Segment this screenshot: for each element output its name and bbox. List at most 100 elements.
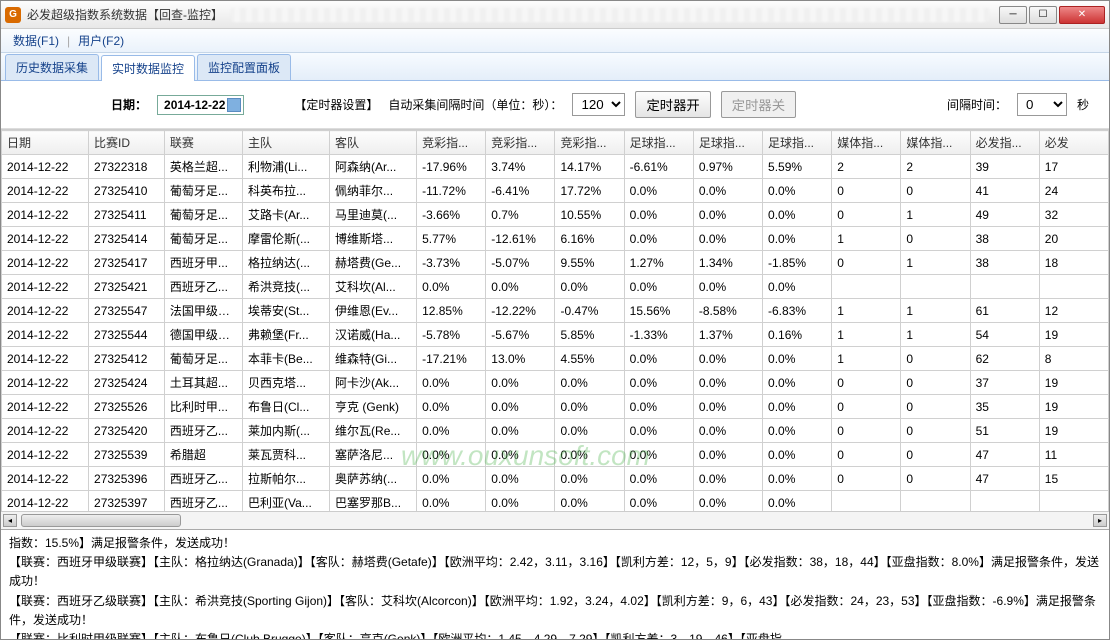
maximize-button[interactable]: ☐ [1029,6,1057,24]
cell: 艾科坎(Al... [330,275,417,299]
cell: 2014-12-22 [2,227,89,251]
cell: 奥萨苏纳(... [330,467,417,491]
cell [832,491,901,512]
cell: 2014-12-22 [2,371,89,395]
tab-config[interactable]: 监控配置面板 [197,54,291,80]
table-row[interactable]: 2014-12-2227325424土耳其超...贝西克塔...阿卡沙(Ak..… [2,371,1109,395]
cell: -1.33% [624,323,693,347]
close-button[interactable]: ✕ [1059,6,1105,24]
timer-on-button[interactable]: 定时器开 [635,91,710,118]
cell: 葡萄牙足... [164,227,242,251]
cell: 维森特(Gi... [330,347,417,371]
cell: 27325526 [89,395,165,419]
cell: 35 [970,395,1039,419]
cell: 埃蒂安(St... [243,299,330,323]
cell: 38 [970,251,1039,275]
cell: 47 [970,467,1039,491]
tab-realtime[interactable]: 实时数据监控 [101,55,195,81]
table-row[interactable]: 2014-12-2227325539希腊超莱瓦贾科...塞萨洛尼...0.0%0… [2,443,1109,467]
column-header[interactable]: 竞彩指... [486,131,555,155]
cell: 0.0% [486,419,555,443]
cell: 27325539 [89,443,165,467]
cell: 27325396 [89,467,165,491]
table-row[interactable]: 2014-12-2227325544德国甲级联赛弗赖堡(Fr...汉诺威(Ha.… [2,323,1109,347]
cell: 24 [1039,179,1108,203]
column-header[interactable]: 必发指... [970,131,1039,155]
cell: -12.61% [486,227,555,251]
menu-user[interactable]: 用户(F2) [72,32,130,49]
column-header[interactable]: 媒体指... [832,131,901,155]
cell: 0.7% [486,203,555,227]
cell: 0.0% [486,371,555,395]
cell: 1 [832,299,901,323]
cell: 0.0% [555,371,624,395]
cell: 0.0% [763,443,832,467]
cell: 希腊超 [164,443,242,467]
cell: 0.0% [624,467,693,491]
tab-history[interactable]: 历史数据采集 [5,54,99,80]
minimize-button[interactable]: ─ [999,6,1027,24]
cell: 维尔瓦(Re... [330,419,417,443]
cell: -17.96% [417,155,486,179]
cell: 0.0% [624,275,693,299]
table-row[interactable]: 2014-12-2227325547法国甲级联赛埃蒂安(St...伊维恩(Ev.… [2,299,1109,323]
date-input[interactable]: 2014-12-22 [157,95,244,115]
cell: 0.0% [624,227,693,251]
cell: 0.0% [693,419,762,443]
column-header[interactable]: 足球指... [693,131,762,155]
table-row[interactable]: 2014-12-2227325411葡萄牙足...艾路卡(Ar...马里迪莫(.… [2,203,1109,227]
column-header[interactable]: 竞彩指... [417,131,486,155]
cell: 0.0% [763,203,832,227]
column-header[interactable]: 日期 [2,131,89,155]
cell: 0.0% [763,275,832,299]
cell: 2 [832,155,901,179]
cell: -11.72% [417,179,486,203]
table-row[interactable]: 2014-12-2227325412葡萄牙足...本菲卡(Be...维森特(Gi… [2,347,1109,371]
table-row[interactable]: 2014-12-2227325414葡萄牙足...摩雷伦斯(...博维斯塔...… [2,227,1109,251]
cell: 2014-12-22 [2,179,89,203]
cell: 0 [901,467,970,491]
table-row[interactable]: 2014-12-2227325417西班牙甲...格拉纳达(...赫塔费(Ge.… [2,251,1109,275]
column-header[interactable]: 足球指... [624,131,693,155]
scroll-thumb[interactable] [21,514,181,527]
column-header[interactable]: 客队 [330,131,417,155]
cell: 2014-12-22 [2,251,89,275]
scroll-right-arrow[interactable]: ▸ [1093,514,1107,527]
cell: 2014-12-22 [2,323,89,347]
cell: 2014-12-22 [2,203,89,227]
cell: 0.0% [624,419,693,443]
calendar-icon[interactable] [227,98,241,112]
column-header[interactable]: 比赛ID [89,131,165,155]
cell: 1.27% [624,251,693,275]
horizontal-scrollbar[interactable]: ◂ ▸ [1,511,1109,529]
table-row[interactable]: 2014-12-2227325420西班牙乙...莱加内斯(...维尔瓦(Re.… [2,419,1109,443]
interval-select[interactable]: 120 [572,93,625,116]
column-header[interactable]: 足球指... [763,131,832,155]
cell: 19 [1039,371,1108,395]
table-row[interactable]: 2014-12-2227325396西班牙乙...拉斯帕尔...奥萨苏纳(...… [2,467,1109,491]
column-header[interactable]: 联赛 [164,131,242,155]
data-grid[interactable]: 日期比赛ID联赛主队客队竞彩指...竞彩指...竞彩指...足球指...足球指.… [1,130,1109,511]
gap-select[interactable]: 0 [1017,93,1067,116]
column-header[interactable]: 必发 [1039,131,1108,155]
menu-data[interactable]: 数据(F1) [7,32,65,49]
column-header[interactable]: 竞彩指... [555,131,624,155]
table-row[interactable]: 2014-12-2227325397西班牙乙...巴利亚(Va...巴塞罗那B.… [2,491,1109,512]
table-row[interactable]: 2014-12-2227325410葡萄牙足...科英布拉...佩纳菲尔...-… [2,179,1109,203]
cell: 2 [901,155,970,179]
cell: 62 [970,347,1039,371]
cell: 0.0% [693,227,762,251]
table-row[interactable]: 2014-12-2227325526比利时甲...布鲁日(Cl...亨克 (Ge… [2,395,1109,419]
date-label: 日期： [111,96,147,113]
scroll-left-arrow[interactable]: ◂ [3,514,17,527]
table-row[interactable]: 2014-12-2227325421西班牙乙...希洪竞技(...艾科坎(Al.… [2,275,1109,299]
log-panel[interactable]: 指数：15.5%】满足报警条件，发送成功！ 【联赛：西班牙甲级联赛】【主队：格拉… [1,529,1109,639]
table-row[interactable]: 2014-12-2227322318英格兰超...利物浦(Li...阿森纳(Ar… [2,155,1109,179]
cell: 0.0% [693,275,762,299]
cell: 27325411 [89,203,165,227]
cell: 莱加内斯(... [243,419,330,443]
cell: 0 [832,443,901,467]
column-header[interactable]: 媒体指... [901,131,970,155]
cell: 伊维恩(Ev... [330,299,417,323]
column-header[interactable]: 主队 [243,131,330,155]
